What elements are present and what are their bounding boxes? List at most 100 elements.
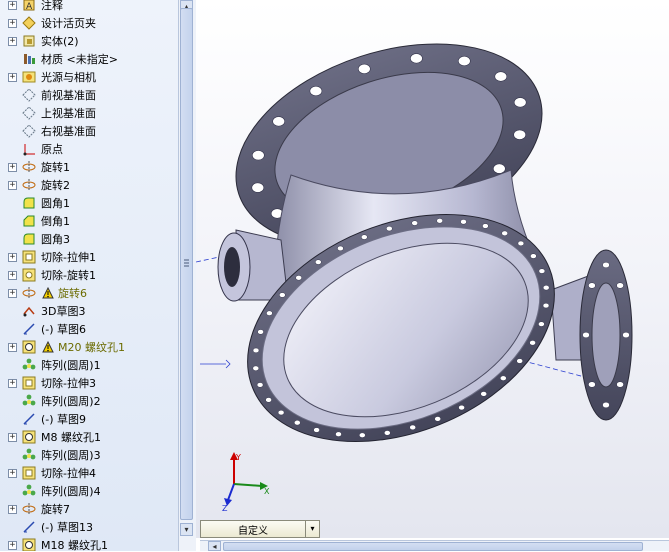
- bolt-hole: [494, 71, 508, 82]
- tree-item[interactable]: + 设计活页夹: [0, 14, 178, 32]
- tree-item-label: 切除-拉伸3: [41, 377, 96, 390]
- tree-item[interactable]: 原点: [0, 140, 178, 158]
- svg-text:A: A: [26, 2, 33, 12]
- expand-toggle-icon[interactable]: +: [8, 540, 17, 550]
- circular-pattern-icon: [21, 357, 37, 373]
- bolt-hole: [358, 63, 371, 74]
- bolt-hole: [542, 302, 550, 309]
- tree-item-label: 阵列(圆周)3: [41, 449, 101, 462]
- cut-extrude-icon: [21, 249, 37, 265]
- tree-item[interactable]: + 旋转7: [0, 500, 178, 518]
- bolt-hole: [530, 253, 537, 259]
- expand-toggle-icon[interactable]: +: [8, 180, 17, 190]
- expand-toggle-icon[interactable]: +: [8, 504, 17, 514]
- cut-extrude-icon: [21, 375, 37, 391]
- tree-item[interactable]: 3D草图3: [0, 302, 178, 320]
- bolt-hole: [538, 321, 545, 327]
- bolt-hole: [411, 220, 418, 226]
- tree-item[interactable]: + 实体(2): [0, 32, 178, 50]
- expand-toggle-icon[interactable]: +: [8, 432, 17, 442]
- expand-toggle-icon[interactable]: +: [8, 18, 17, 28]
- tree-item[interactable]: 阵列(圆周)3: [0, 446, 178, 464]
- tree-item[interactable]: + M8 螺纹孔1: [0, 428, 178, 446]
- expand-toggle-icon[interactable]: +: [8, 342, 17, 352]
- bolt-hole: [252, 347, 260, 354]
- sketch-icon: [21, 321, 37, 337]
- tree-item[interactable]: 阵列(圆周)2: [0, 392, 178, 410]
- tree-item-label: M18 螺纹孔1: [41, 539, 108, 551]
- tree-item[interactable]: + M20 螺纹孔1: [0, 338, 178, 356]
- tree-item[interactable]: + 旋转2: [0, 176, 178, 194]
- bolt-hole: [480, 391, 487, 397]
- warning-icon: [41, 285, 54, 301]
- scroll-down-button[interactable]: ▾: [180, 523, 193, 536]
- tree-item-label: 旋转6: [58, 287, 87, 300]
- bolt-hole: [529, 340, 536, 346]
- view-orientation-combo[interactable]: 自定义 ▾: [200, 520, 320, 538]
- expand-toggle-icon[interactable]: +: [8, 468, 17, 478]
- tree-item[interactable]: + A 注释: [0, 0, 178, 14]
- expand-toggle-icon[interactable]: +: [8, 252, 17, 262]
- tree-item[interactable]: + 旋转6: [0, 284, 178, 302]
- circular-pattern-icon: [21, 447, 37, 463]
- tree-item[interactable]: 阵列(圆周)4: [0, 482, 178, 500]
- bolt-hole: [582, 331, 590, 339]
- bolt-hole: [434, 416, 441, 422]
- viewport-scrollbar-thumb[interactable]: [223, 542, 643, 551]
- 3d-sketch-icon: [21, 303, 37, 319]
- splitter-grip-icon[interactable]: [182, 258, 191, 270]
- tree-item[interactable]: + M18 螺纹孔1: [0, 536, 178, 551]
- bolt-hole: [335, 431, 342, 437]
- tree-item[interactable]: (-) 草图13: [0, 518, 178, 536]
- tree-item[interactable]: 圆角3: [0, 230, 178, 248]
- tree-item-label: 圆角1: [41, 197, 70, 210]
- tree-item[interactable]: + 光源与相机: [0, 68, 178, 86]
- expand-toggle-icon[interactable]: +: [8, 288, 17, 298]
- bolt-hole: [542, 285, 550, 291]
- expand-toggle-icon[interactable]: +: [8, 378, 17, 388]
- expand-toggle-icon[interactable]: +: [8, 162, 17, 172]
- chevron-down-icon[interactable]: ▾: [305, 521, 319, 537]
- revolve-icon: [21, 177, 37, 193]
- tree-item[interactable]: + 旋转1: [0, 158, 178, 176]
- tree-item[interactable]: (-) 草图6: [0, 320, 178, 338]
- tree-item[interactable]: 上视基准面: [0, 104, 178, 122]
- graphics-viewport[interactable]: Y X Z: [196, 0, 669, 538]
- tree-item[interactable]: (-) 草图9: [0, 410, 178, 428]
- tree-item[interactable]: + 切除-拉伸4: [0, 464, 178, 482]
- fillet-icon: [21, 195, 37, 211]
- bolt-hole: [616, 381, 624, 388]
- material-icon: [21, 51, 37, 67]
- bolt-hole: [517, 240, 525, 247]
- bolt-hole: [602, 261, 610, 269]
- origin-icon: [21, 141, 37, 157]
- tree-item[interactable]: 前视基准面: [0, 86, 178, 104]
- cut-extrude-icon: [21, 465, 37, 481]
- bolt-hole: [265, 397, 272, 403]
- tree-item-label: 右视基准面: [41, 125, 96, 138]
- tree-item[interactable]: + 切除-拉伸3: [0, 374, 178, 392]
- tree-item[interactable]: 圆角1: [0, 194, 178, 212]
- expand-toggle-icon[interactable]: +: [8, 36, 17, 46]
- tree-item[interactable]: 材质 <未指定>: [0, 50, 178, 68]
- plane-icon: [21, 123, 37, 139]
- expand-toggle-icon[interactable]: +: [8, 0, 17, 10]
- bolt-hole: [361, 234, 368, 240]
- expand-toggle-icon[interactable]: +: [8, 72, 17, 82]
- tree-item[interactable]: + 切除-拉伸1: [0, 248, 178, 266]
- bolt-hole: [460, 219, 467, 225]
- view-combo-value: 自定义: [238, 525, 268, 537]
- tree-item[interactable]: 阵列(圆周)1: [0, 356, 178, 374]
- feature-manager-tree[interactable]: + A 注释 + 设计活页夹 + 实体(2) 材质 <未指定> + 光源与相机 前视基准面 上视基准面…: [0, 0, 178, 551]
- bolt-hole: [538, 268, 546, 274]
- expand-toggle-icon[interactable]: +: [8, 270, 17, 280]
- tree-item[interactable]: 右视基准面: [0, 122, 178, 140]
- tree-item[interactable]: 倒角1: [0, 212, 178, 230]
- bolt-hole: [513, 97, 527, 108]
- bolt-hole: [516, 358, 523, 364]
- tree-item[interactable]: + 切除-旋转1: [0, 266, 178, 284]
- scroll-left-button[interactable]: ◂: [208, 541, 221, 551]
- bolt-hole: [409, 424, 416, 431]
